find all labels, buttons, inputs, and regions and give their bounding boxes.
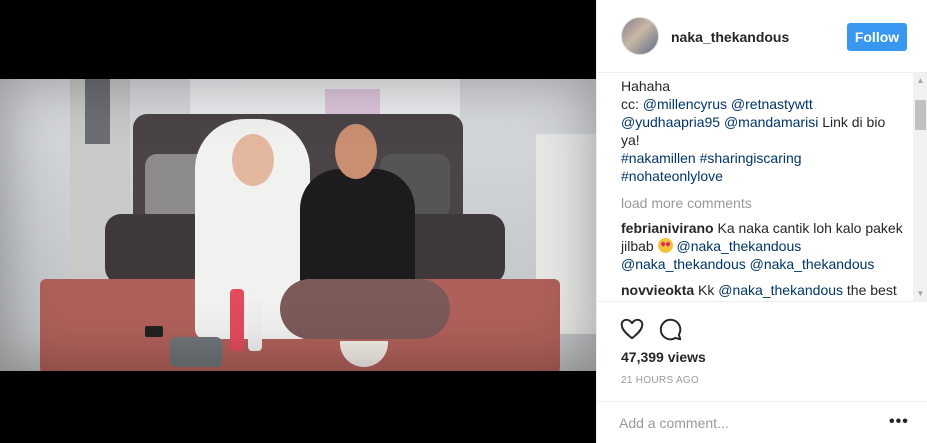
comment-text: Kk: [694, 282, 719, 298]
avatar[interactable]: [621, 17, 659, 55]
username-link[interactable]: naka_thekandous: [671, 29, 789, 45]
hashtag-link[interactable]: #nohateonlylove: [621, 168, 723, 184]
caption-text: cc:: [621, 96, 643, 112]
mention-link[interactable]: @naka_thekandous: [718, 282, 843, 298]
post-side-panel: naka_thekandous Follow Hahaha cc: @mille…: [596, 0, 927, 443]
add-comment-bar: •••: [597, 401, 927, 443]
comment-icon[interactable]: [657, 316, 683, 342]
media-area: [0, 0, 596, 443]
comments-scrollbar[interactable]: ▲ ▼: [913, 73, 927, 301]
caption-line: Hahaha: [621, 78, 671, 94]
caption-line: @yudhaapria95 @mandamarisi Link di bio y…: [621, 113, 907, 149]
more-options-icon[interactable]: •••: [889, 414, 909, 430]
heart-icon[interactable]: [619, 316, 645, 342]
load-more-comments-link[interactable]: load more comments: [621, 195, 915, 211]
follow-button[interactable]: Follow: [847, 23, 907, 51]
hashtag-link[interactable]: #sharingiscaring: [700, 150, 802, 166]
video-player[interactable]: [0, 79, 596, 371]
video-vignette: [0, 79, 596, 371]
mention-link[interactable]: @yudhaapria95: [621, 114, 720, 130]
mention-link[interactable]: @naka_thekandous: [750, 256, 875, 272]
post-header: naka_thekandous Follow: [597, 0, 927, 73]
heart-eyes-emoji-icon: [657, 238, 673, 253]
view-count[interactable]: 47,399 views: [621, 349, 706, 365]
mention-link[interactable]: @retnastywtt: [731, 96, 813, 112]
post-actions: 47,399 views 21 HOURS AGO: [597, 301, 927, 397]
caption-line: #nohateonlylove: [621, 167, 907, 185]
caption-line: cc: @millencyrus @retnastywtt: [621, 95, 907, 113]
scrollbar-thumb[interactable]: [915, 100, 926, 130]
comment-username[interactable]: febrianivirano: [621, 220, 714, 236]
comment-item: novvieokta Kk @naka_thekandous the best …: [621, 281, 907, 301]
post-caption: Hahaha cc: @millencyrus @retnastywtt @yu…: [621, 77, 907, 185]
mention-link[interactable]: @naka_thekandous: [621, 256, 746, 272]
scroll-down-arrow-icon[interactable]: ▼: [913, 286, 927, 301]
caption-line: #nakamillen #sharingiscaring: [621, 149, 907, 167]
scroll-up-arrow-icon[interactable]: ▲: [913, 73, 927, 88]
comments-list: Hahaha cc: @millencyrus @retnastywtt @yu…: [597, 73, 915, 301]
mention-link[interactable]: @naka_thekandous: [676, 238, 801, 254]
comment-input[interactable]: [619, 413, 879, 433]
mention-link[interactable]: @mandamarisi: [724, 114, 818, 130]
comment-item: febrianivirano Ka naka cantik loh kalo p…: [621, 219, 907, 273]
comment-username[interactable]: novvieokta: [621, 282, 694, 298]
hashtag-link[interactable]: #nakamillen: [621, 150, 696, 166]
post-timestamp[interactable]: 21 HOURS AGO: [621, 375, 699, 386]
mention-link[interactable]: @millencyrus: [643, 96, 727, 112]
